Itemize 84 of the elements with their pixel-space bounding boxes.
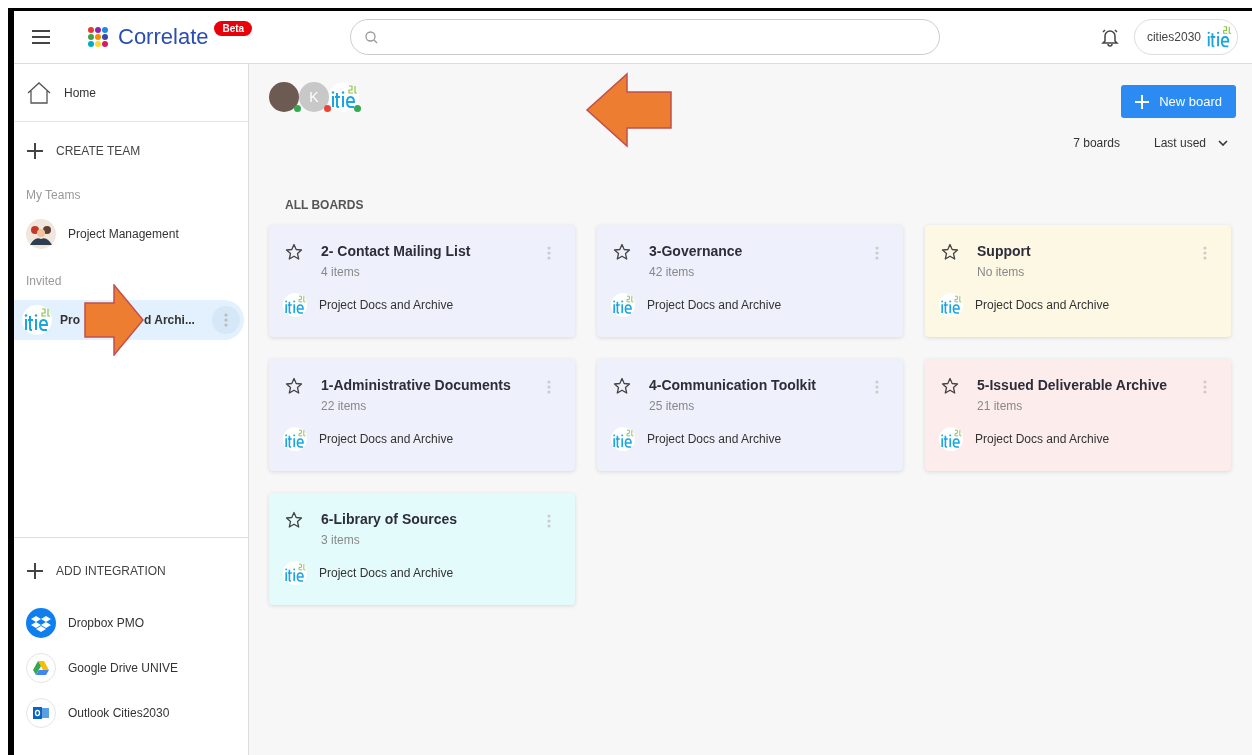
team-logo-icon	[329, 82, 359, 112]
team-name: Project Docs and Archive	[647, 298, 782, 312]
team-name: Project Docs and Archive	[319, 298, 454, 312]
sort-dropdown[interactable]: Last used	[1153, 136, 1236, 150]
home-link[interactable]: Home	[14, 64, 248, 122]
team-logo-icon	[283, 561, 307, 585]
search-icon	[365, 30, 378, 44]
team-name: Project Docs and Archive	[975, 432, 1110, 446]
team-logo-icon	[611, 427, 635, 451]
logo-icon	[88, 27, 108, 47]
bell-icon	[1099, 27, 1120, 47]
plus-icon	[26, 562, 44, 580]
item-count: 4 items	[321, 265, 361, 279]
board-title: 6-Library of Sources	[321, 511, 458, 527]
star-icon	[941, 377, 959, 395]
menu-icon	[32, 30, 50, 44]
account-button[interactable]: cities2030	[1133, 19, 1238, 55]
board-card[interactable]: Support No items Project Docs and Archive	[925, 225, 1231, 337]
more-icon	[547, 514, 551, 528]
team-logo-icon	[939, 427, 963, 451]
board-card[interactable]: 4-Communication Toolkit 25 items Project Docs and Archive	[597, 359, 903, 471]
team-logo-icon	[939, 293, 963, 317]
more-icon	[1203, 380, 1207, 394]
beta-badge: Beta	[214, 20, 253, 36]
team-name: d Archi...	[144, 313, 195, 327]
more-icon	[547, 246, 551, 260]
star-icon	[285, 511, 303, 529]
create-team-button[interactable]: CREATE TEAM	[14, 122, 248, 180]
box-icon	[26, 607, 56, 638]
board-count: 7 boards	[1073, 136, 1120, 150]
more-options-icon[interactable]	[212, 306, 240, 334]
item-count: 3 items	[321, 533, 361, 547]
item-count: 22 items	[321, 399, 368, 413]
integration-item[interactable]: Outlook Cities2030	[14, 690, 248, 735]
item-count: 21 items	[977, 399, 1024, 413]
team-name: Project Docs and Archive	[975, 298, 1110, 312]
mail-icon	[26, 697, 56, 728]
star-icon	[285, 243, 303, 261]
team-name: Project Docs and Archive	[319, 566, 454, 580]
team-logo-icon	[22, 305, 52, 335]
board-title: 1-Administrative Documents	[321, 377, 511, 393]
team-logo-icon	[283, 427, 307, 451]
star-icon	[941, 243, 959, 261]
home-icon	[26, 80, 52, 105]
section-label: My Teams	[25, 187, 82, 204]
board-title: 3-Governance	[649, 243, 743, 259]
plus-icon	[1135, 94, 1150, 109]
star-icon	[285, 377, 303, 395]
integration-item[interactable]: Dropbox PMO	[14, 600, 248, 645]
board-card[interactable]: 5-Issued Deliverable Archive 21 items Project Docs and Archive	[925, 359, 1231, 471]
more-icon	[547, 380, 551, 394]
integration-item[interactable]: Google Drive UNIVE	[14, 645, 248, 690]
board-title: 4-Communication Toolkit	[649, 377, 816, 393]
item-count: 25 items	[649, 399, 696, 413]
board-title: Support	[977, 243, 1031, 259]
team-name: Project Management	[68, 227, 179, 241]
star-icon	[613, 377, 631, 395]
team-logo-icon	[283, 293, 307, 317]
arrow-annotation	[84, 284, 144, 356]
more-icon	[1203, 246, 1207, 260]
team-logo-icon	[611, 293, 635, 317]
section-label: Invited	[25, 273, 63, 290]
more-icon	[875, 246, 879, 260]
board-title: 5-Issued Deliverable Archive	[977, 377, 1168, 393]
section-title: ALL BOARDS	[285, 198, 365, 212]
board-card[interactable]: 1-Administrative Documents 22 items Project Docs and Archive	[269, 359, 575, 471]
board-card[interactable]: 2- Contact Mailing List 4 items Project Docs and Archive	[269, 225, 575, 337]
avatar-placeholder	[269, 82, 299, 112]
board-title: 2- Contact Mailing List	[321, 243, 471, 259]
more-icon	[875, 380, 879, 394]
team-name: Project Docs and Archive	[647, 432, 782, 446]
item-count: 42 items	[649, 265, 696, 279]
board-card[interactable]: 6-Library of Sources 3 items Project Docs and Archive	[269, 493, 575, 605]
chevron-down-icon	[1218, 140, 1228, 146]
team-item[interactable]: Project Management	[14, 214, 248, 254]
team-name: Project Docs and Archive	[319, 432, 454, 446]
star-icon	[613, 243, 631, 261]
add-integration-button[interactable]: ADD INTEGRATION	[14, 542, 248, 600]
plus-icon	[26, 142, 44, 160]
app-name: Correlate	[118, 24, 209, 50]
people-group-icon	[26, 219, 56, 249]
item-count: No items	[977, 265, 1026, 279]
team-name: Pro	[60, 313, 80, 327]
board-card[interactable]: 3-Governance 42 items Project Docs and Archive	[597, 225, 903, 337]
